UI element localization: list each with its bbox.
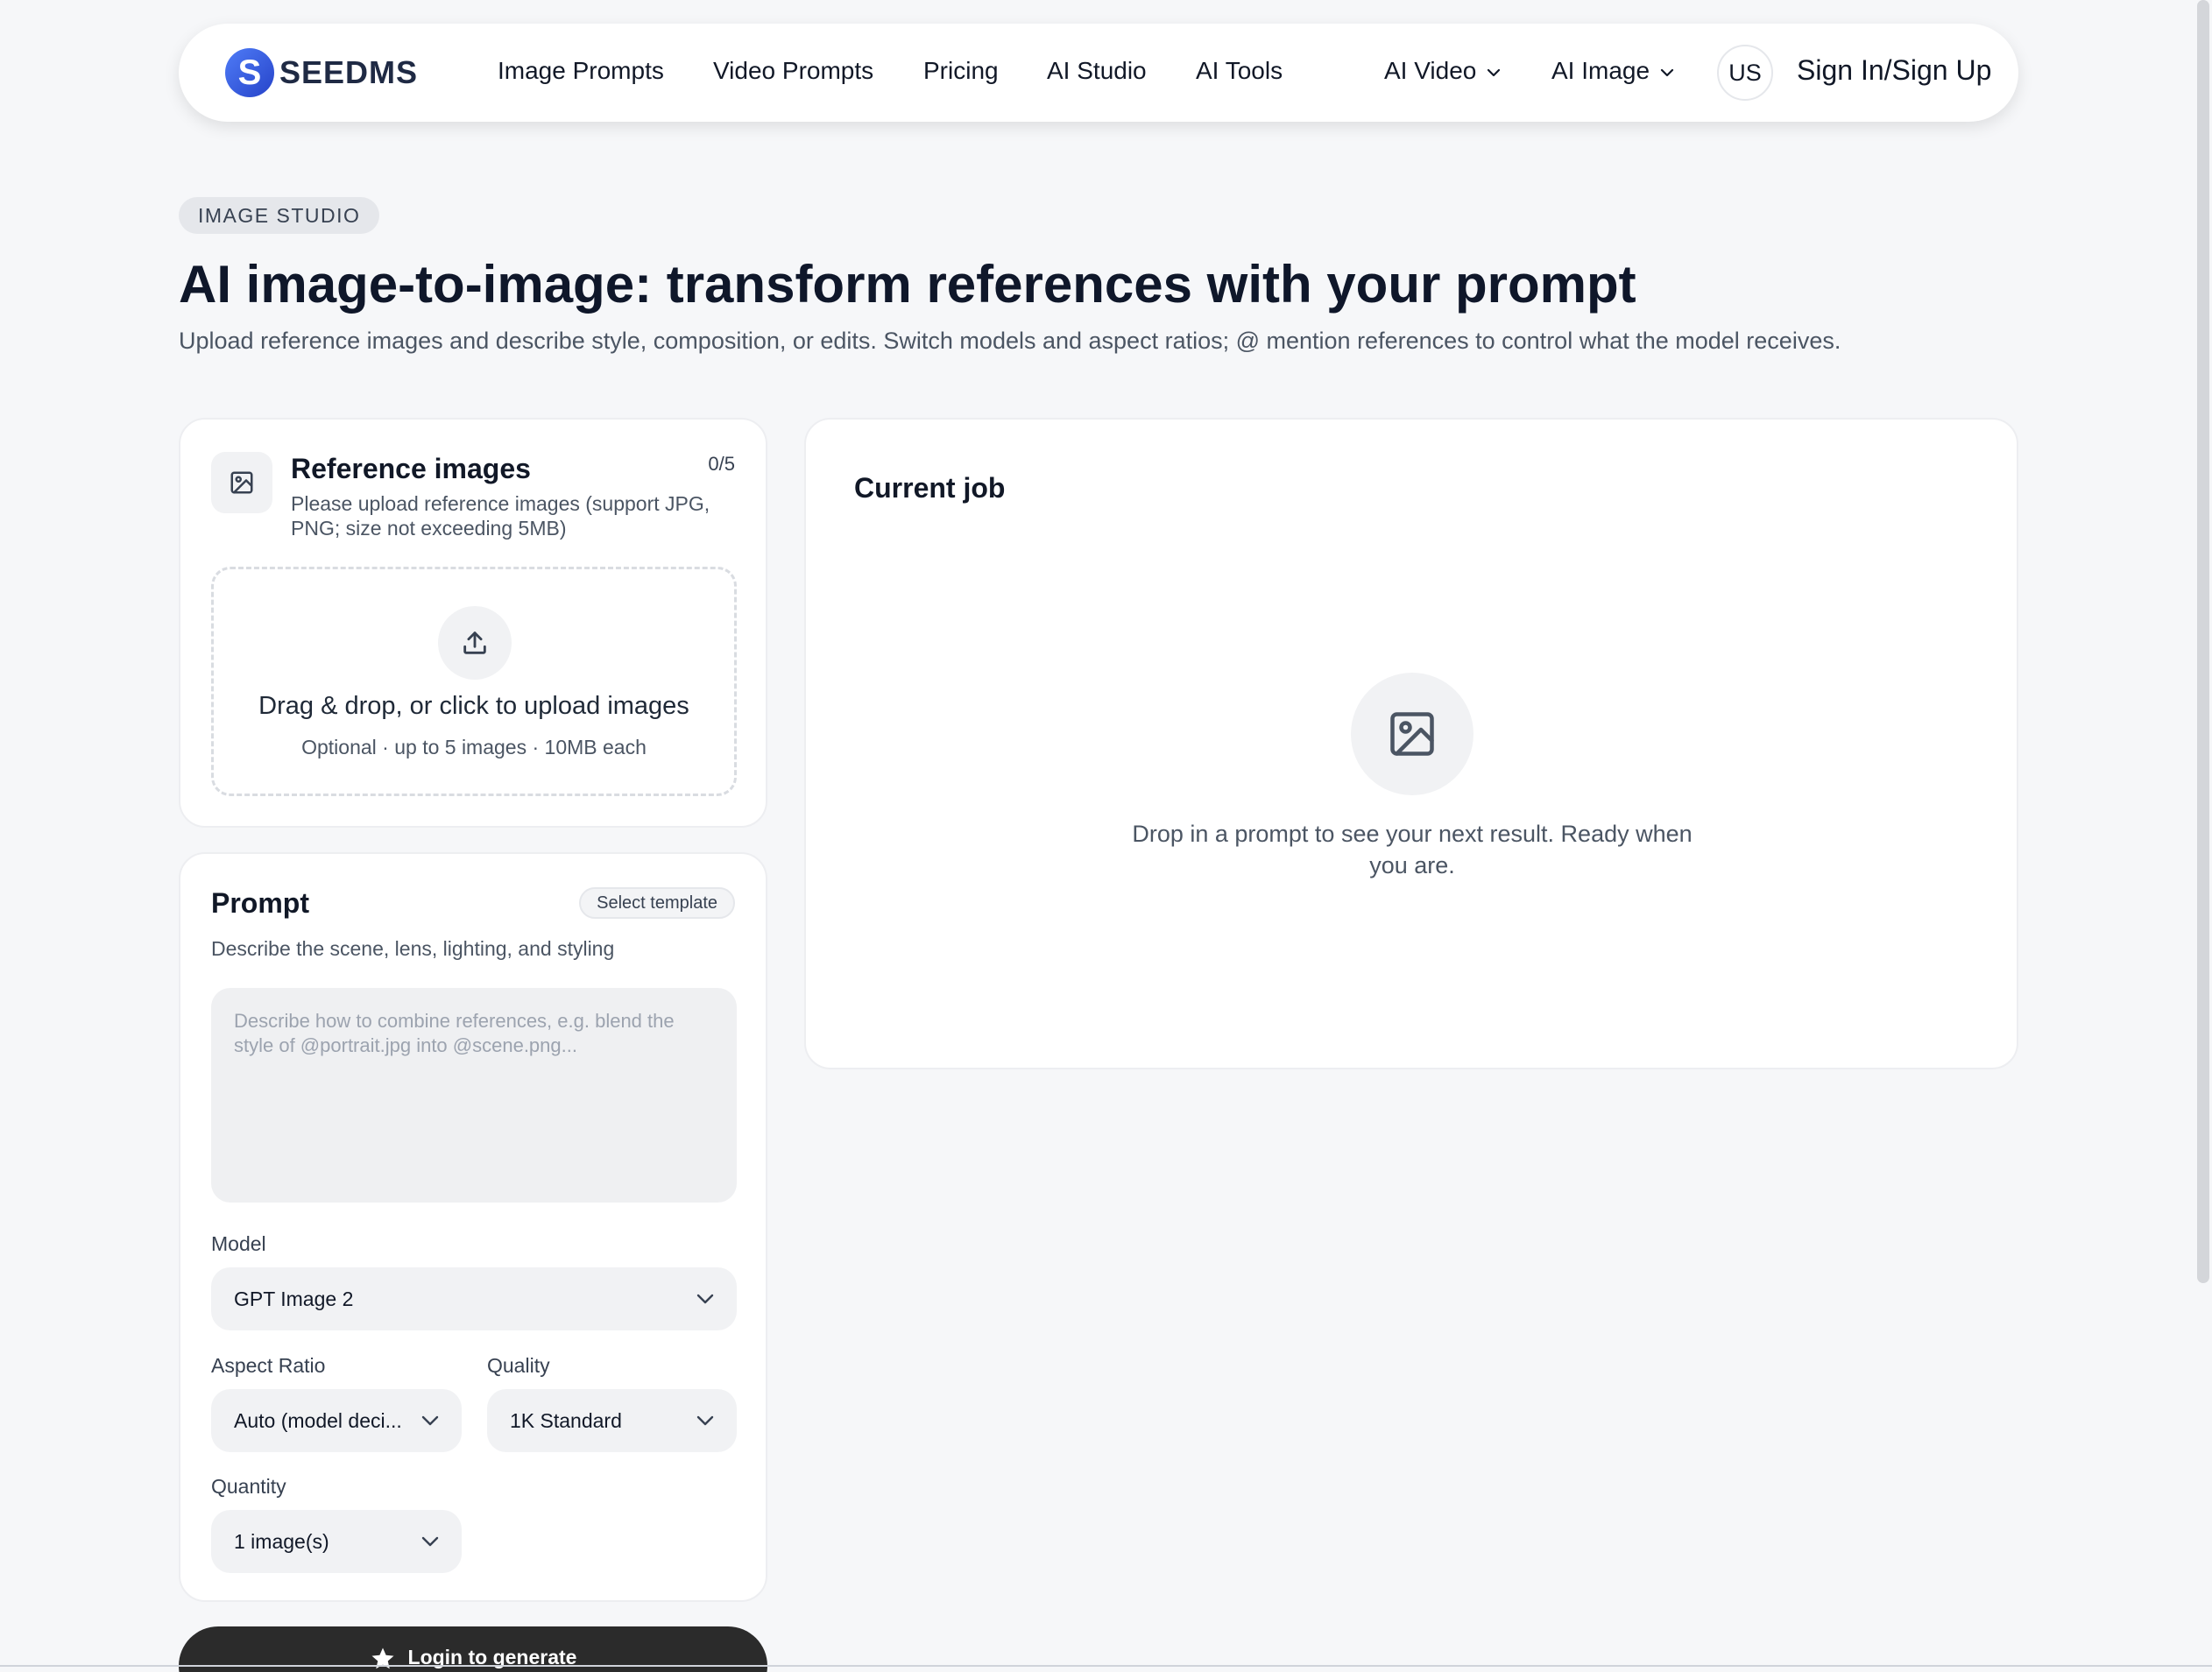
quality-label: Quality xyxy=(487,1354,550,1377)
top-nav: S SEEDMS Image Prompts Video Prompts Pri… xyxy=(179,24,2018,122)
model-select[interactable]: GPT Image 2 xyxy=(211,1267,737,1330)
prompt-card: Prompt Select template Describe the scen… xyxy=(179,852,767,1602)
current-job-card: Current job Drop in a prompt to see your… xyxy=(804,418,2018,1069)
page-title: AI image-to-image: transform references … xyxy=(179,255,1636,314)
quantity-label: Quantity xyxy=(211,1475,286,1498)
section-badge: IMAGE STUDIO xyxy=(179,197,380,234)
logo-text: SEEDMS xyxy=(279,54,419,90)
prompt-description: Describe the scene, lens, lighting, and … xyxy=(211,937,615,960)
quantity-select-value: 1 image(s) xyxy=(234,1529,329,1553)
page: S SEEDMS Image Prompts Video Prompts Pri… xyxy=(0,0,2212,1672)
nav-link-video-prompts[interactable]: Video Prompts xyxy=(713,57,873,85)
reference-description: Please upload reference images (support … xyxy=(291,492,710,540)
reference-images-card: Reference images 0/5 Please upload refer… xyxy=(179,418,767,828)
select-template-button[interactable]: Select template xyxy=(579,887,735,919)
upload-icon xyxy=(463,631,486,654)
reference-title: Reference images xyxy=(291,453,531,484)
nav-dropdown-label: AI Image xyxy=(1551,57,1650,84)
quantity-select[interactable]: 1 image(s) xyxy=(211,1510,462,1573)
chevron-down-icon xyxy=(421,1536,439,1547)
logo-mark: S xyxy=(225,48,274,97)
nav-link-ai-tools[interactable]: AI Tools xyxy=(1196,57,1283,85)
nav-link-image-prompts[interactable]: Image Prompts xyxy=(498,57,664,85)
reference-icon-box xyxy=(211,452,272,513)
prompt-textarea[interactable] xyxy=(211,988,737,1203)
empty-state-text: Drop in a prompt to see your next result… xyxy=(1132,821,1693,878)
model-label: Model xyxy=(211,1232,266,1255)
star-icon xyxy=(371,1647,394,1669)
chevron-down-icon xyxy=(696,1415,714,1426)
dropzone-title: Drag & drop, or click to upload images xyxy=(258,692,689,720)
scrollbar[interactable] xyxy=(2197,0,2209,1283)
nav-link-pricing[interactable]: Pricing xyxy=(923,57,999,85)
aspect-ratio-select-value: Auto (model deci... xyxy=(234,1408,402,1432)
chevron-down-icon xyxy=(1488,68,1501,76)
chevron-down-icon xyxy=(696,1294,714,1304)
image-icon xyxy=(230,471,253,494)
model-select-value: GPT Image 2 xyxy=(234,1287,354,1310)
sign-in-link[interactable]: Sign In/Sign Up xyxy=(1797,54,1991,87)
prompt-title: Prompt xyxy=(211,887,309,919)
logo[interactable]: S SEEDMS xyxy=(225,48,418,97)
quality-select[interactable]: 1K Standard xyxy=(487,1389,737,1452)
nav-dropdown-ai-image[interactable]: AI Image xyxy=(1551,57,1674,85)
chevron-down-icon xyxy=(421,1415,439,1426)
image-icon xyxy=(1390,712,1434,756)
dropzone-subtitle: Optional · up to 5 images · 10MB each xyxy=(301,736,647,758)
chevron-down-icon xyxy=(1660,68,1674,76)
upload-icon-circle xyxy=(438,606,512,680)
page-subtitle: Upload reference images and describe sty… xyxy=(179,328,1841,354)
aspect-ratio-label: Aspect Ratio xyxy=(211,1354,326,1377)
nav-dropdown-ai-video[interactable]: AI Video xyxy=(1384,57,1501,85)
current-job-title: Current job xyxy=(854,472,1006,504)
empty-state-icon-circle xyxy=(1351,673,1473,795)
nav-dropdown-label: AI Video xyxy=(1384,57,1477,84)
window-bottom-border xyxy=(0,1665,2212,1667)
upload-dropzone[interactable]: Drag & drop, or click to upload images O… xyxy=(211,567,737,796)
reference-count: 0/5 xyxy=(708,453,735,475)
language-button[interactable]: US xyxy=(1717,45,1773,101)
aspect-ratio-select[interactable]: Auto (model deci... xyxy=(211,1389,462,1452)
quality-select-value: 1K Standard xyxy=(510,1408,622,1432)
nav-link-ai-studio[interactable]: AI Studio xyxy=(1047,57,1147,85)
